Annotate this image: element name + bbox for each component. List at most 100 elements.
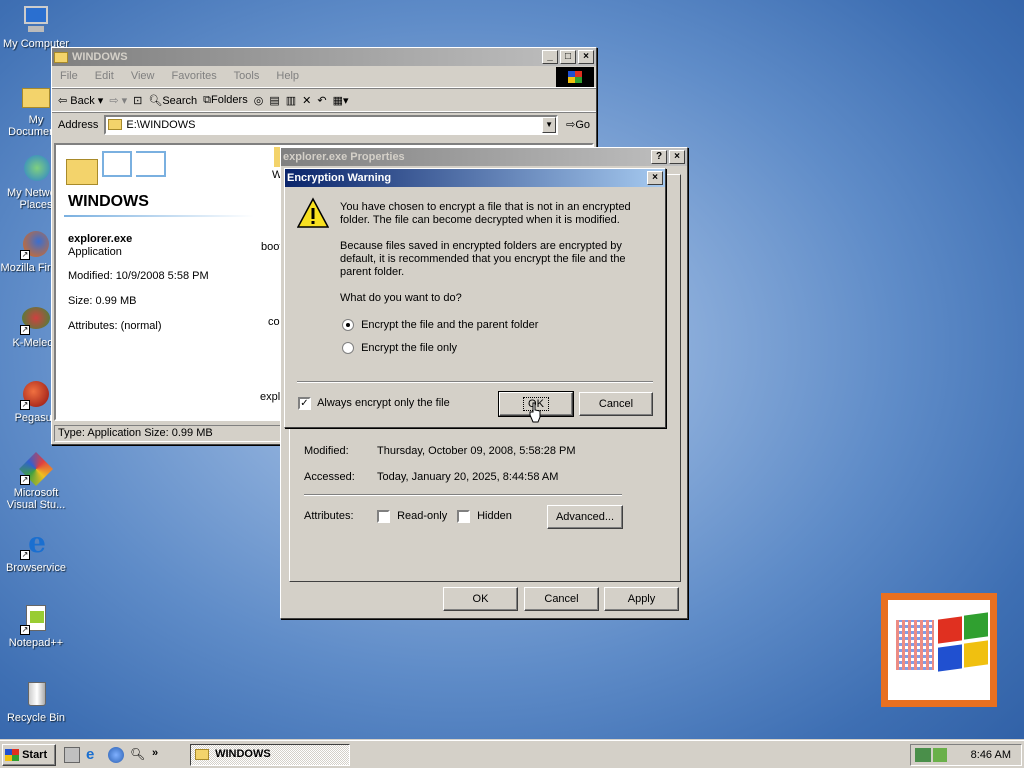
folders-button[interactable]: ⧉Folders [203,94,248,107]
desktop-icon-label: Notepad++ [8,637,64,649]
pegasus-icon: ↗ [20,378,52,410]
properties-cancel-button[interactable]: Cancel [524,587,599,611]
search-icon[interactable]: 🔍︎ [130,747,146,763]
firefox-icon: ↗ [20,228,52,260]
network-tray-icon[interactable] [915,748,931,762]
accessed-value: Today, January 20, 2025, 8:44:58 AM [377,471,559,483]
address-bar: Address E:\WINDOWS ▼ ⇨Go [52,112,596,136]
file-modified: Modified: 10/9/2008 5:58 PM [68,270,209,282]
delete-icon[interactable]: ✕ [302,94,311,107]
desktop-icon-recycle-bin[interactable]: Recycle Bin [0,678,72,724]
menu-view[interactable]: View [131,70,155,82]
desktop-icon-label: Microsoft Visual Stu... [6,487,66,511]
go-button[interactable]: ⇨Go [566,118,590,131]
minimize-button[interactable]: _ [542,50,558,64]
divider [304,494,622,496]
hidden-check[interactable] [457,510,470,523]
show-desktop-icon[interactable] [64,747,80,763]
option-1-label: Encrypt the file and the parent folder [361,319,539,331]
properties-titlebar[interactable]: explorer.exe Properties ? × [281,148,687,166]
quick-launch: e 🔍︎ » [64,747,158,763]
readonly-label: Read-only [397,510,448,523]
encryption-warning-dialog[interactable]: Encryption Warning × You have chosen to … [284,168,666,428]
attributes-label: Attributes: [304,510,354,522]
option-encrypt-file-only[interactable]: Encrypt the file only [342,342,458,355]
option-2-radio[interactable] [342,342,354,355]
hidden-checkbox[interactable]: Hidden [457,510,512,523]
close-button[interactable]: × [578,50,594,64]
desktop-icon-visual-studio[interactable]: ↗ Microsoft Visual Stu... [0,452,72,511]
desktop-icon-my-computer[interactable]: My Computer [0,4,72,50]
notepad-icon: ↗ [20,603,52,635]
network-icon [20,153,52,185]
menu-edit[interactable]: Edit [95,70,114,82]
windows-flag-icon [5,749,19,762]
taskbar: Start e 🔍︎ » WINDOWS 8:46 AM [0,740,1024,768]
internet-explorer-icon[interactable]: e [86,747,102,763]
back-button[interactable]: ⇦ Back ▾ [58,94,103,107]
warning-cancel-button[interactable]: Cancel [579,392,653,416]
option-2-label: Encrypt the file only [361,342,458,354]
explorer-title: WINDOWS [72,51,128,63]
move-to-icon[interactable]: ▤ [269,94,279,107]
warning-paragraph-1: You have chosen to encrypt a file that i… [340,201,631,226]
file-type: Application [68,246,122,258]
readonly-check[interactable] [377,510,390,523]
system-tray: 8:46 AM [910,744,1022,766]
address-dropdown-button[interactable]: ▼ [542,116,557,133]
search-button[interactable]: 🔍︎Search [148,94,197,107]
explorer-titlebar[interactable]: WINDOWS _ □ × [52,48,596,66]
menu-favorites[interactable]: Favorites [172,70,217,82]
warning-paragraph-2: Because files saved in encrypted folders… [340,240,626,278]
address-input[interactable]: E:\WINDOWS ▼ [104,114,559,135]
accessed-label: Accessed: [304,471,355,483]
heading-divider [64,215,254,217]
modified-label: Modified: [304,445,349,457]
views-icon[interactable]: ▦▾ [333,94,349,107]
close-button[interactable]: × [647,171,663,185]
history-icon[interactable]: ◎ [254,94,264,107]
folder-heading: WINDOWS [68,193,149,210]
address-label: Address [58,118,99,131]
readonly-checkbox[interactable]: Read-only [377,510,447,523]
copy-to-icon[interactable]: ▥ [286,94,296,107]
outlook-express-icon[interactable] [108,747,124,763]
help-button[interactable]: ? [651,150,667,164]
advanced-button[interactable]: Advanced... [547,505,623,529]
desktop-icon-notepadpp[interactable]: ↗ Notepad++ [0,603,72,649]
maximize-button[interactable]: □ [560,50,576,64]
menu-help[interactable]: Help [276,70,299,82]
folder-graphic [66,151,176,191]
menu-file[interactable]: File [60,70,78,82]
folder-icon [108,119,123,130]
clock[interactable]: 8:46 AM [971,749,1011,761]
mouse-cursor-icon [529,402,543,427]
desktop-icon-browservice[interactable]: e ↗ Browservice [0,526,72,575]
forward-button[interactable]: ⇨ ▾ [109,94,127,107]
always-encrypt-label: Always encrypt only the file [317,397,450,410]
close-button[interactable]: × [669,150,685,164]
folder-icon [20,80,52,112]
taskbar-button-windows[interactable]: WINDOWS [190,744,350,766]
tray-app-icon[interactable] [933,748,947,762]
up-folder-icon[interactable]: ⊡ [133,94,142,107]
internet-explorer-icon: e ↗ [20,526,46,560]
address-value: E:\WINDOWS [126,118,196,131]
menu-tools[interactable]: Tools [234,70,260,82]
more-icon[interactable]: » [152,747,158,763]
modified-value: Thursday, October 09, 2008, 5:58:28 PM [377,445,576,457]
properties-apply-button[interactable]: Apply [604,587,679,611]
option-encrypt-file-and-folder[interactable]: Encrypt the file and the parent folder [342,319,539,332]
option-1-radio[interactable] [342,319,354,332]
warning-titlebar[interactable]: Encryption Warning × [285,169,665,187]
undo-icon[interactable]: ↶ [317,94,326,107]
start-button[interactable]: Start [2,744,56,766]
properties-title: explorer.exe Properties [283,151,405,163]
always-encrypt-checkbox[interactable]: ✓ Always encrypt only the file [298,397,450,410]
properties-ok-button[interactable]: OK [443,587,518,611]
desktop-icon-label: Recycle Bin [6,712,66,724]
toolbar: ⇦ Back ▾ ⇨ ▾ ⊡ 🔍︎Search ⧉Folders ◎ ▤ ▥ ✕… [52,88,596,112]
warning-icon [296,197,330,229]
always-encrypt-check[interactable]: ✓ [298,397,311,410]
folder-icon [195,748,209,760]
